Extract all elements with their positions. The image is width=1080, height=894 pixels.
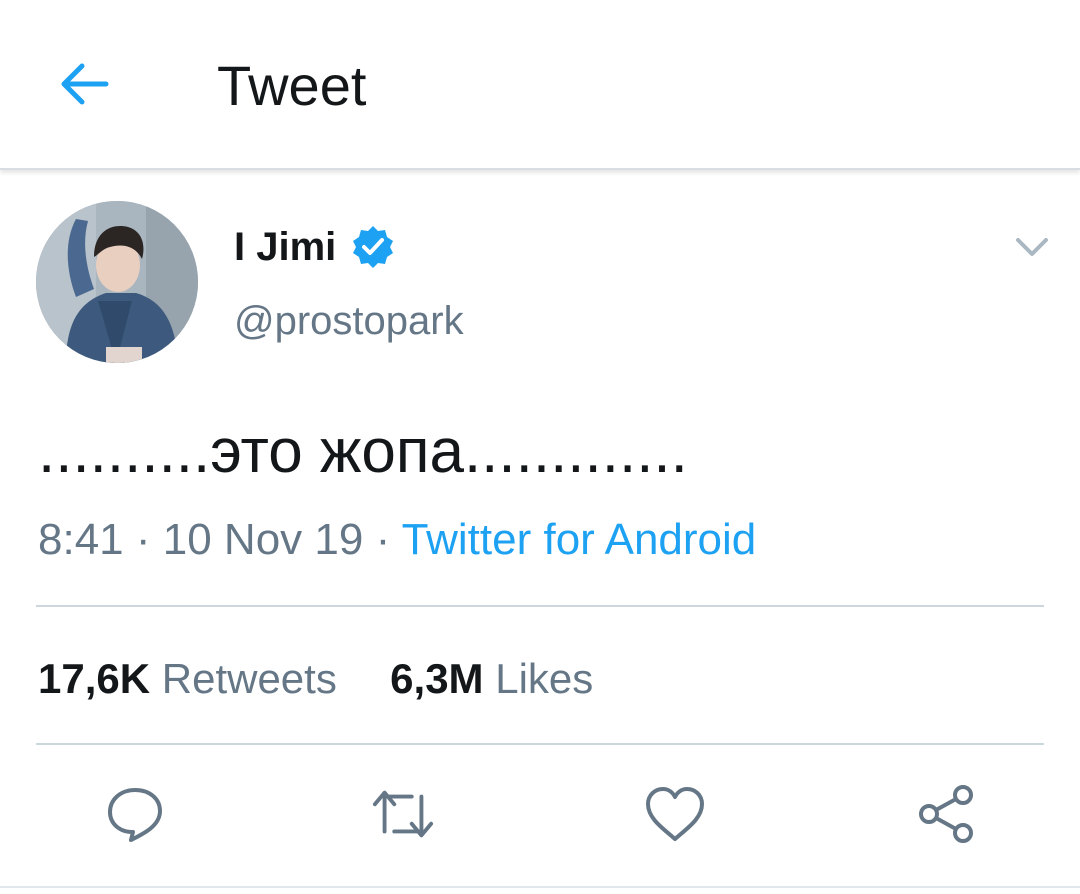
chevron-down-icon <box>1016 238 1048 256</box>
author-name-row[interactable]: I Jimi <box>234 222 396 272</box>
tweet-source-link[interactable]: Twitter for Android <box>402 515 757 564</box>
app-bar: Tweet <box>0 0 1080 170</box>
meta-separator: · <box>135 515 151 564</box>
verified-badge-icon <box>350 224 396 270</box>
divider <box>36 605 1044 607</box>
arrow-left-icon <box>61 63 109 105</box>
likes-stat[interactable]: 6,3M Likes <box>390 655 593 702</box>
retweets-label: Retweets <box>161 655 337 702</box>
author-handle[interactable]: @prostopark <box>234 296 464 346</box>
meta-separator: · <box>375 515 391 564</box>
tweet-meta: 8:41 · 10 Nov 19 · Twitter for Android <box>38 512 756 568</box>
profile-photo <box>36 201 198 363</box>
retweets-count: 17,6K <box>38 655 151 702</box>
likes-count: 6,3M <box>390 655 484 702</box>
back-button[interactable] <box>52 52 116 116</box>
tweet-menu-button[interactable] <box>1012 228 1052 268</box>
share-icon <box>919 785 973 843</box>
bottom-divider <box>0 886 1080 888</box>
tweet-text: ..........это жопа............. <box>38 417 688 486</box>
retweet-icon <box>372 790 434 838</box>
likes-label: Likes <box>495 655 594 702</box>
reply-icon <box>108 788 162 842</box>
tweet-date: 10 Nov 19 <box>162 515 364 564</box>
tweet-stats: 17,6K Retweets 6,3M Likes <box>38 652 593 706</box>
like-heart-icon <box>646 787 704 841</box>
like-button[interactable] <box>643 782 707 846</box>
retweets-stat[interactable]: 17,6K Retweets <box>38 655 349 702</box>
retweet-button[interactable] <box>371 782 435 846</box>
display-name: I Jimi <box>234 225 337 269</box>
avatar[interactable] <box>36 201 198 363</box>
reply-button[interactable] <box>103 782 167 846</box>
tweet-time: 8:41 <box>38 515 124 564</box>
share-button[interactable] <box>914 782 978 846</box>
divider <box>36 743 1044 745</box>
page-title: Tweet <box>217 54 367 117</box>
